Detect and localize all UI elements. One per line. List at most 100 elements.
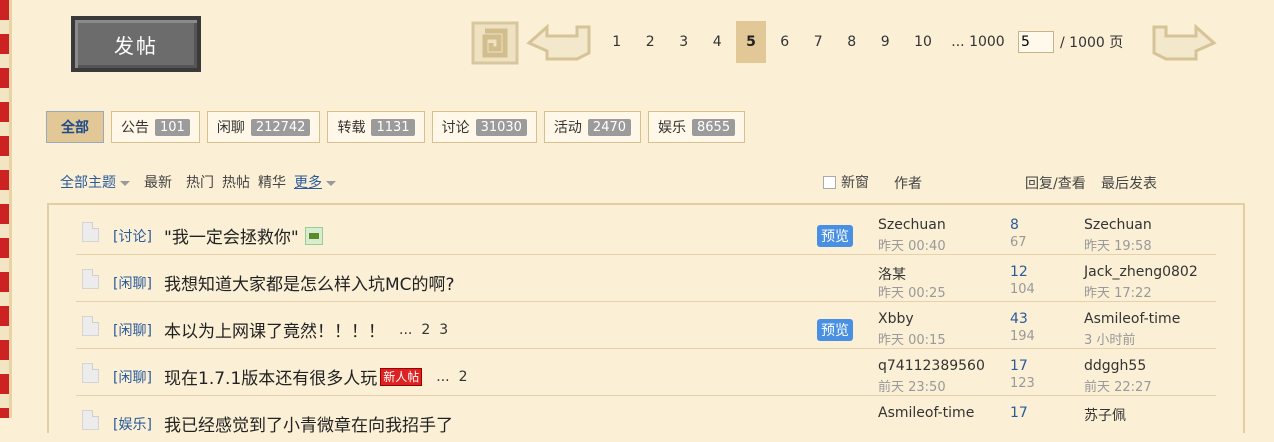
document-icon bbox=[82, 363, 99, 383]
thread-category[interactable]: [娱乐] bbox=[113, 414, 152, 434]
filter-hot-posts[interactable]: 热帖 bbox=[222, 172, 250, 192]
filter-featured[interactable]: 精华 bbox=[258, 172, 286, 192]
thread-author[interactable]: Szechuan bbox=[878, 217, 946, 233]
reply-count[interactable]: 17 bbox=[1010, 358, 1028, 374]
tab-entertainment[interactable]: 娱乐 8655 bbox=[648, 111, 746, 143]
thread-author[interactable]: Xbby bbox=[878, 311, 914, 327]
thread-title[interactable]: 我已经感觉到了小青微章在向我招手了 bbox=[164, 411, 453, 436]
page-link[interactable]: 1 bbox=[600, 21, 634, 63]
reply-count[interactable]: 12 bbox=[1010, 264, 1028, 280]
filter-more[interactable]: 更多 bbox=[294, 172, 336, 192]
tab-chat[interactable]: 闲聊 212742 bbox=[206, 111, 321, 143]
preview-button[interactable]: 预览 bbox=[817, 225, 853, 247]
first-page-icon[interactable] bbox=[471, 21, 519, 65]
filter-all-topics[interactable]: 全部主题 bbox=[60, 172, 130, 192]
chevron-down-icon bbox=[120, 180, 130, 186]
page-link[interactable]: 10 bbox=[902, 21, 944, 63]
preview-button[interactable]: 预览 bbox=[817, 319, 853, 341]
last-post-time[interactable]: 昨天 17:22 bbox=[1084, 282, 1152, 301]
thread-title[interactable]: 现在1.7.1版本还有很多人玩 bbox=[164, 364, 377, 389]
page-link[interactable]: 6 bbox=[768, 21, 802, 63]
filter-latest[interactable]: 最新 bbox=[144, 172, 172, 192]
column-reply-view: 回复/查看 bbox=[1025, 176, 1086, 192]
new-window-checkbox[interactable] bbox=[823, 175, 836, 189]
page-ellipsis: ... bbox=[399, 321, 413, 338]
view-count: 67 bbox=[1010, 235, 1027, 250]
total-pages: / 1000 页 bbox=[1060, 35, 1124, 51]
thread-category[interactable]: [闲聊] bbox=[113, 367, 152, 387]
last-poster[interactable]: Jack_zheng0802 bbox=[1084, 264, 1198, 280]
filter-hot[interactable]: 热门 bbox=[186, 172, 214, 192]
page-link[interactable]: 8 bbox=[835, 21, 869, 63]
view-count: 194 bbox=[1010, 329, 1035, 344]
thread-time: 昨天 00:40 bbox=[878, 239, 946, 254]
thread-page-link[interactable]: 2 bbox=[459, 369, 468, 385]
page-link[interactable]: 9 bbox=[869, 21, 903, 63]
page-link[interactable]: 7 bbox=[802, 21, 836, 63]
new-post-button[interactable]: 发帖 bbox=[71, 16, 201, 72]
tab-announcement[interactable]: 公告 101 bbox=[111, 111, 200, 143]
thread-category[interactable]: [闲聊] bbox=[113, 273, 152, 293]
document-icon bbox=[82, 316, 99, 336]
thread-row[interactable]: [讨论] "我一定会拯救你" 预览 Szechuan 昨天 00:40 8 67… bbox=[76, 207, 1216, 255]
thread-title[interactable]: 我想知道大家都是怎么样入坑MC的啊? bbox=[164, 270, 455, 295]
tab-label: 娱乐 bbox=[658, 120, 687, 136]
tab-count: 2470 bbox=[587, 118, 632, 136]
tab-label: 公告 bbox=[121, 120, 149, 136]
last-poster[interactable]: ddggh55 bbox=[1084, 358, 1146, 374]
reply-count[interactable]: 43 bbox=[1010, 311, 1028, 327]
thread-page-link[interactable]: 3 bbox=[439, 322, 448, 338]
thread-pages: ... 2 bbox=[436, 369, 476, 385]
page-link[interactable]: 3 bbox=[667, 21, 701, 63]
last-poster[interactable]: 苏子佩 bbox=[1084, 405, 1126, 425]
filter-bar: 全部主题 最新 热门 热帖 精华 更多 bbox=[60, 172, 350, 192]
tab-count: 1131 bbox=[371, 118, 415, 136]
thread-row[interactable]: [闲聊] 现在1.7.1版本还有很多人玩 新人帖 ... 2 q7411238956… bbox=[76, 348, 1216, 396]
thread-author[interactable]: q74112389560 bbox=[878, 358, 985, 374]
tab-repost[interactable]: 转载 1131 bbox=[327, 111, 425, 143]
tab-all[interactable]: 全部 bbox=[46, 111, 104, 143]
image-attachment-icon bbox=[304, 226, 323, 245]
thread-title[interactable]: 本以为上网课了竟然！！！！ bbox=[164, 317, 385, 342]
thread-page-link[interactable]: 2 bbox=[421, 322, 430, 338]
last-post-time[interactable]: 前天 22:27 bbox=[1084, 376, 1152, 395]
tab-label: 全部 bbox=[61, 120, 89, 136]
column-author: 作者 bbox=[894, 176, 922, 192]
thread-category[interactable]: [讨论] bbox=[113, 226, 152, 246]
page-link[interactable]: 4 bbox=[701, 21, 735, 63]
thread-category[interactable]: [闲聊] bbox=[113, 320, 152, 340]
new-window-toggle[interactable]: 新窗 bbox=[823, 172, 869, 192]
next-page-arrow-icon[interactable] bbox=[1148, 23, 1218, 63]
column-last-post: 最后发表 bbox=[1101, 176, 1157, 192]
thread-title[interactable]: "我一定会拯救你" bbox=[164, 223, 299, 248]
thread-title-wrap: 我已经感觉到了小青微章在向我招手了 bbox=[164, 411, 453, 436]
tab-events[interactable]: 活动 2470 bbox=[543, 111, 642, 143]
last-post-time[interactable]: 3 小时前 bbox=[1084, 329, 1135, 348]
thread-row[interactable]: [闲聊] 我想知道大家都是怎么样入坑MC的啊? 洛某 昨天 00:25 12 1… bbox=[76, 254, 1216, 302]
thread-row[interactable]: [闲聊] 本以为上网课了竟然！！！！ ... 2 3 预览 Xbby 昨天 00:1… bbox=[76, 301, 1216, 349]
tab-label: 转载 bbox=[337, 120, 366, 136]
thread-pages: ... 2 3 bbox=[399, 322, 457, 338]
page-jump-input[interactable] bbox=[1018, 31, 1054, 53]
thread-row[interactable]: [娱乐] 我已经感觉到了小青微章在向我招手了 Asmileof-time 17 … bbox=[76, 395, 1216, 442]
thread-title-wrap: 本以为上网课了竟然！！！！ ... 2 3 bbox=[164, 317, 457, 343]
prev-page-arrow-icon[interactable] bbox=[525, 23, 593, 63]
reply-count[interactable]: 17 bbox=[1010, 405, 1028, 421]
thread-author[interactable]: Asmileof-time bbox=[878, 405, 974, 421]
thread-time: 昨天 00:15 bbox=[878, 333, 946, 348]
view-count: 123 bbox=[1010, 376, 1035, 391]
document-icon bbox=[82, 222, 99, 242]
last-poster[interactable]: Asmileof-time bbox=[1084, 311, 1180, 327]
thread-author[interactable]: 洛某 bbox=[878, 264, 906, 284]
left-decorative-border bbox=[0, 0, 12, 418]
view-count: 104 bbox=[1010, 282, 1035, 297]
tab-discussion[interactable]: 讨论 31030 bbox=[431, 111, 537, 143]
last-post-time[interactable]: 昨天 19:58 bbox=[1084, 235, 1152, 254]
last-poster[interactable]: Szechuan bbox=[1084, 217, 1152, 233]
new-user-badge: 新人帖 bbox=[380, 367, 423, 386]
last-page-link[interactable]: ... 1000 bbox=[944, 21, 1012, 63]
page-link[interactable]: 2 bbox=[634, 21, 668, 63]
tab-count: 101 bbox=[155, 118, 190, 136]
thread-time: 昨天 00:25 bbox=[878, 286, 946, 301]
reply-count[interactable]: 8 bbox=[1010, 217, 1019, 233]
